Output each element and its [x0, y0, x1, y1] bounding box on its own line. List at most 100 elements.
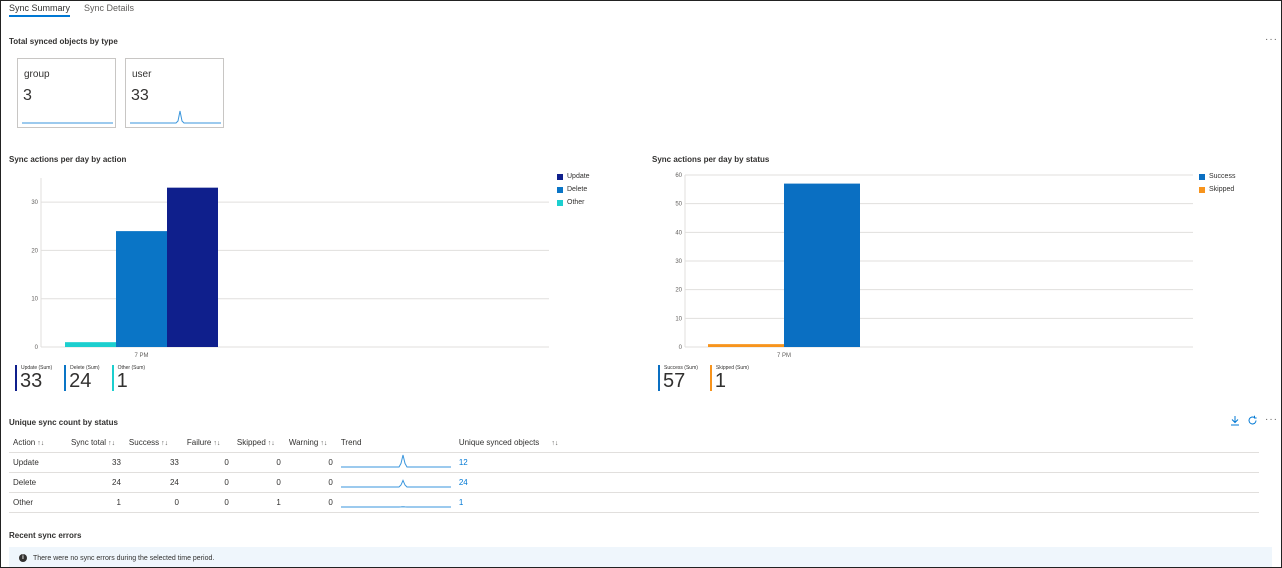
summary-color-bar: [658, 365, 660, 391]
errors-section-title: Recent sync errors: [9, 531, 82, 540]
y-tick-label: 60: [675, 173, 682, 179]
sort-icon[interactable]: ↑↓: [268, 440, 275, 447]
cell-warning: 0: [284, 452, 337, 473]
unique-objects-link[interactable]: 24: [459, 478, 468, 487]
bar-success: [784, 183, 860, 347]
summary-success[interactable]: Success (Sum) 57: [658, 365, 698, 393]
cell-action: Other: [9, 492, 67, 513]
legend-label: Skipped: [1209, 186, 1235, 193]
download-icon[interactable]: [1230, 415, 1240, 429]
sort-icon[interactable]: ↑↓: [213, 440, 220, 447]
cell-sync-total: 33: [66, 452, 125, 473]
y-tick-label: 50: [675, 202, 682, 208]
column-label: Sync total: [70, 437, 107, 447]
unique-objects-link[interactable]: 12: [459, 458, 468, 467]
column-label: Skipped: [236, 437, 266, 447]
table-row: Update 33 33 0 0 0 12: [9, 452, 1259, 473]
table-row: Other 1 0 0 1 0 1: [9, 492, 1259, 513]
column-header-success[interactable]: Success ↑↓: [124, 433, 183, 453]
column-header-skipped[interactable]: Skipped ↑↓: [232, 433, 285, 453]
tile-user[interactable]: user 33: [125, 58, 224, 128]
bar-skipped: [708, 344, 784, 347]
tile-sparkline: [22, 122, 113, 124]
bar-other: [65, 342, 116, 347]
sort-icon[interactable]: ↑↓: [551, 440, 558, 447]
action-summary: Update (Sum) 33 Delete (Sum) 24 Other (S…: [15, 365, 145, 393]
legend-swatch: [1199, 173, 1205, 180]
legend-label: Update: [567, 173, 590, 180]
column-label: Warning: [288, 437, 319, 447]
summary-other[interactable]: Other (Sum) 1: [111, 365, 145, 393]
status-chart-title: Sync actions per day by status: [652, 155, 770, 164]
cell-unique: 12: [454, 452, 1259, 473]
table-header-row: Action ↑↓ Sync total ↑↓ Success ↑↓ Failure ↑…: [9, 433, 1259, 453]
summary-color-bar: [64, 365, 67, 391]
tile-label: user: [132, 69, 152, 80]
y-tick-label: 20: [675, 288, 682, 294]
tile-group[interactable]: group 3: [17, 58, 116, 128]
legend-item-other[interactable]: Other: [557, 196, 590, 209]
legend-item-skipped[interactable]: Skipped: [1199, 183, 1235, 196]
tile-count: 33: [131, 87, 149, 104]
cell-trend: [336, 472, 455, 493]
tab-bar: Sync Summary Sync Details: [9, 1, 134, 17]
summary-value: 1: [714, 370, 727, 392]
objects-more-icon[interactable]: ···: [1265, 34, 1278, 45]
legend-item-delete[interactable]: Delete: [557, 183, 590, 196]
column-header-warning[interactable]: Warning ↑↓: [284, 433, 337, 453]
summary-color-bar: [15, 365, 17, 391]
cell-warning: 0: [284, 492, 337, 513]
action-chart-title: Sync actions per day by action: [9, 155, 127, 164]
legend-label: Other: [567, 199, 585, 206]
column-header-unique[interactable]: Unique synced objects ↑↓: [454, 433, 1259, 453]
y-tick-label: 30: [31, 200, 38, 206]
refresh-icon[interactable]: [1247, 415, 1258, 429]
unique-more-icon[interactable]: ···: [1265, 414, 1278, 425]
column-header-sync-total[interactable]: Sync total ↑↓: [66, 433, 125, 453]
summary-value: 33: [20, 370, 43, 392]
bar-delete: [116, 231, 167, 347]
summary-skipped[interactable]: Skipped (Sum) 1: [709, 365, 749, 393]
cell-success: 0: [124, 492, 183, 513]
cell-action: Delete: [9, 472, 67, 493]
column-header-action[interactable]: Action ↑↓: [9, 433, 67, 453]
tab-sync-summary[interactable]: Sync Summary: [9, 1, 71, 17]
cell-sync-total: 1: [66, 492, 125, 513]
trend-line: [340, 454, 451, 468]
summary-value: 24: [69, 370, 92, 392]
sort-icon[interactable]: ↑↓: [320, 440, 327, 447]
tile-count: 3: [23, 87, 32, 104]
column-label: Unique synced objects: [458, 437, 540, 447]
y-tick-label: 0: [35, 345, 39, 351]
sync-dashboard: Sync Summary Sync Details Total synced o…: [0, 0, 1282, 568]
status-chart: 0 10 20 30 40 50 60 7 PM: [675, 173, 1193, 359]
column-label: Trend: [340, 437, 362, 447]
trend-sparkline: [340, 506, 451, 508]
tab-sync-details[interactable]: Sync Details: [84, 1, 134, 17]
action-chart-legend: Update Delete Other: [557, 170, 590, 209]
trend-sparkline: [340, 479, 451, 488]
summary-delete[interactable]: Delete (Sum) 24: [64, 365, 100, 393]
tile-label: group: [24, 69, 50, 80]
column-header-failure[interactable]: Failure ↑↓: [182, 433, 233, 453]
summary-color-bar: [709, 365, 712, 391]
unique-objects-link[interactable]: 1: [459, 498, 463, 507]
legend-item-update[interactable]: Update: [557, 170, 590, 183]
cell-sync-total: 24: [66, 472, 125, 493]
legend-swatch: [1199, 186, 1205, 193]
cell-skipped: 1: [232, 492, 285, 513]
summary-update[interactable]: Update (Sum) 33: [15, 365, 52, 393]
cell-action: Update: [9, 452, 67, 473]
column-label: Action: [13, 437, 36, 447]
sort-icon[interactable]: ↑↓: [108, 440, 115, 447]
sort-icon[interactable]: ↑↓: [161, 440, 168, 447]
cell-skipped: 0: [232, 452, 285, 473]
status-chart-legend: Success Skipped: [1199, 170, 1235, 196]
sort-icon[interactable]: ↑↓: [37, 440, 44, 447]
legend-item-success[interactable]: Success: [1199, 170, 1235, 183]
legend-swatch: [557, 186, 563, 193]
cell-unique: 1: [454, 492, 1259, 513]
cell-failure: 0: [182, 492, 233, 513]
unique-sync-table: Action ↑↓ Sync total ↑↓ Success ↑↓ Failure ↑…: [9, 433, 1259, 513]
column-label: Failure: [186, 437, 212, 447]
